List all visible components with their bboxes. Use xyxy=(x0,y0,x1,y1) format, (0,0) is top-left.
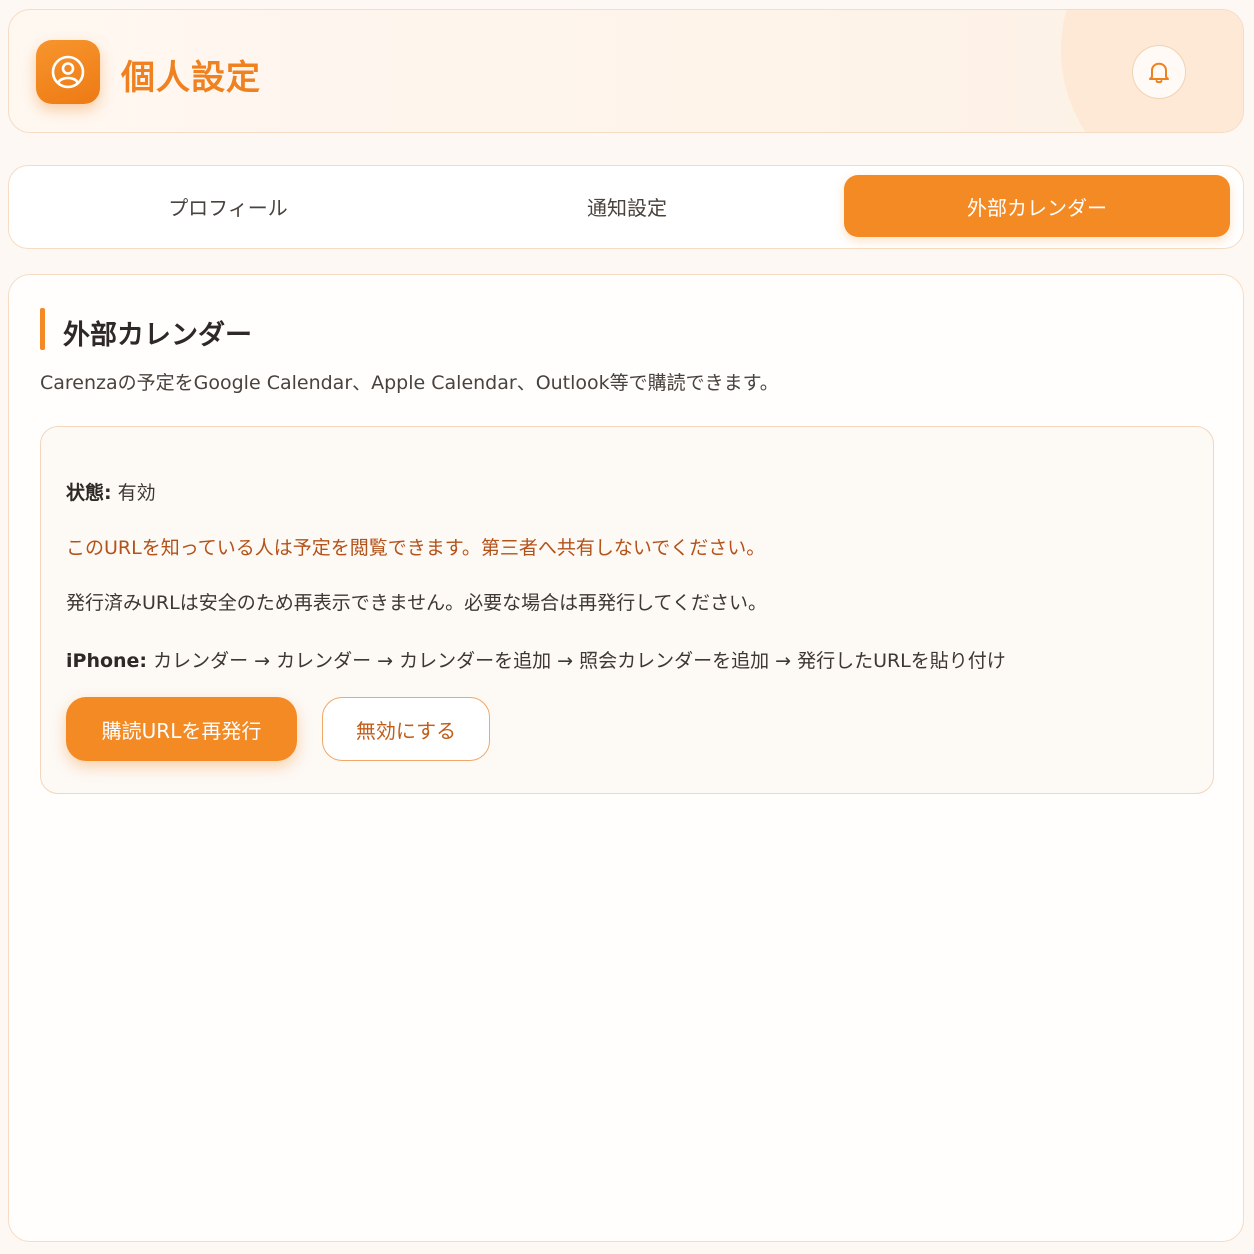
tab-notifications[interactable]: 通知設定 xyxy=(434,175,820,237)
reissue-note: 発行済みURLは安全のため再表示できません。必要な場合は再発行してください。 xyxy=(66,592,767,614)
tab-profile[interactable]: プロフィール xyxy=(35,175,421,237)
reissue-url-button[interactable]: 購読URLを再発行 xyxy=(66,697,297,761)
user-circle-icon xyxy=(36,40,100,104)
disable-button[interactable]: 無効にする xyxy=(322,697,490,761)
tab-external-calendar[interactable]: 外部カレンダー xyxy=(844,175,1230,237)
status-value: 有効 xyxy=(117,482,156,504)
page-header: 個人設定 xyxy=(8,9,1244,133)
external-calendar-card: 外部カレンダー Carenzaの予定をGoogle Calendar、Apple… xyxy=(8,274,1244,1242)
iphone-instructions: iPhone: カレンダー → カレンダー → カレンダーを追加 → 照会カレン… xyxy=(66,646,1006,673)
status-line: 状態: 有効 xyxy=(66,478,156,505)
section-accent-bar xyxy=(40,308,45,350)
bell-icon xyxy=(1149,62,1169,84)
page-title: 個人設定 xyxy=(121,58,261,98)
calendar-subscription-panel: 状態: 有効 このURLを知っている人は予定を閲覧できます。第三者へ共有しないで… xyxy=(40,426,1214,794)
share-warning: このURLを知っている人は予定を閲覧できます。第三者へ共有しないでください。 xyxy=(66,537,766,559)
section-title: 外部カレンダー xyxy=(63,320,252,351)
iphone-steps: カレンダー → カレンダー → カレンダーを追加 → 照会カレンダーを追加 → … xyxy=(153,650,1006,672)
notification-button[interactable] xyxy=(1132,45,1186,99)
iphone-label: iPhone: xyxy=(66,650,148,672)
settings-tabs: プロフィール 通知設定 外部カレンダー xyxy=(8,165,1244,249)
section-description: Carenzaの予定をGoogle Calendar、Apple Calenda… xyxy=(40,372,779,394)
status-label: 状態: xyxy=(66,482,112,504)
